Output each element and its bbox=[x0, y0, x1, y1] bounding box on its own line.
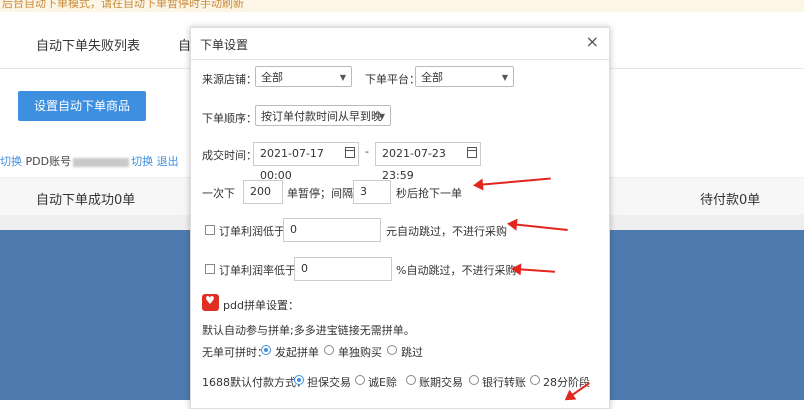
order-select[interactable]: 按订单付款时间从早到晚 ▼ bbox=[255, 105, 391, 126]
profit-suffix: 元自动跳过，不进行采购 bbox=[386, 225, 507, 238]
order-label: 下单顺序： bbox=[202, 112, 257, 125]
pay-label: 1688默认付款方式： bbox=[202, 376, 307, 389]
radio-guarantee[interactable] bbox=[294, 375, 304, 385]
nogroup-opt-1: 单独购买 bbox=[338, 346, 382, 359]
radio-start-group[interactable] bbox=[261, 345, 271, 355]
time-start-input[interactable]: 2021-07-17 00:00 bbox=[253, 142, 359, 182]
store-select[interactable]: 全部 ▼ bbox=[255, 66, 352, 87]
time-end-value: 2021-07-23 23:59 bbox=[382, 147, 446, 182]
radio-skip[interactable] bbox=[387, 345, 397, 355]
close-icon[interactable]: × bbox=[586, 32, 599, 51]
margin-suffix: %自动跳过，不进行采购 bbox=[396, 264, 517, 277]
calendar-icon[interactable] bbox=[345, 147, 355, 158]
store-label: 来源店铺： bbox=[202, 73, 257, 86]
radio-credit[interactable] bbox=[355, 375, 365, 385]
platform-select[interactable]: 全部 ▼ bbox=[415, 66, 514, 87]
modal-header: 下单设置 × bbox=[191, 28, 609, 60]
nogroup-opt-2: 跳过 bbox=[401, 346, 423, 359]
pdd-title: pdd拼单设置： bbox=[223, 299, 299, 312]
profit-input[interactable]: 0 bbox=[283, 218, 381, 242]
batch-mid: 单暂停；间隔 bbox=[287, 187, 353, 200]
time-end-input[interactable]: 2021-07-23 23:59 bbox=[375, 142, 481, 182]
modal-title: 下单设置 bbox=[200, 38, 249, 52]
pdd-desc: 默认自动参与拼单;多多进宝链接无需拼单。 bbox=[202, 324, 415, 337]
nogroup-label: 无单可拼时： bbox=[202, 346, 268, 359]
tab-failed-list[interactable]: 自动下单失败列表 bbox=[36, 35, 140, 54]
chevron-down-icon: ▼ bbox=[501, 73, 508, 82]
profit-checkbox[interactable] bbox=[205, 225, 215, 235]
store-value: 全部 bbox=[261, 71, 283, 84]
switch-link-right[interactable]: 切换 bbox=[131, 155, 153, 168]
profit-label: 订单利润低于 bbox=[219, 225, 285, 238]
order-value: 按订单付款时间从早到晚 bbox=[261, 110, 382, 123]
nogroup-opt-0: 发起拼单 bbox=[275, 346, 319, 359]
radio-single-buy[interactable] bbox=[324, 345, 334, 355]
radio-term[interactable] bbox=[406, 375, 416, 385]
pay-opt-0: 担保交易 bbox=[307, 376, 351, 389]
pay-opt-1: 诚E赊 bbox=[368, 376, 397, 389]
time-start-value: 2021-07-17 00:00 bbox=[260, 147, 324, 182]
blurred-account bbox=[73, 157, 130, 167]
switch-link-left[interactable]: 切换 bbox=[0, 155, 22, 168]
order-settings-modal: 下单设置 × 来源店铺： 全部 ▼ 下单平台： 全部 ▼ 下单顺序： 按订单付款时间… bbox=[190, 27, 610, 409]
radio-installment[interactable] bbox=[530, 375, 540, 385]
calendar-icon[interactable] bbox=[467, 147, 477, 158]
chevron-down-icon: ▼ bbox=[339, 73, 346, 82]
batch-prefix: 一次下 bbox=[202, 187, 235, 200]
margin-checkbox[interactable] bbox=[205, 264, 215, 274]
margin-label: 订单利润率低于 bbox=[219, 264, 296, 277]
logout-link[interactable]: 退出 bbox=[157, 155, 179, 168]
pending-count: 待付款0单 bbox=[700, 193, 761, 208]
account-label: PDD账号 bbox=[25, 155, 72, 168]
margin-input[interactable]: 0 bbox=[294, 257, 392, 281]
time-label: 成交时间： bbox=[202, 149, 257, 162]
batch-suffix: 秒后抢下一单 bbox=[396, 187, 462, 200]
account-row: 切换 PDD账号 切换 退出 bbox=[0, 153, 179, 169]
time-dash: - bbox=[365, 145, 369, 158]
platform-value: 全部 bbox=[421, 71, 443, 84]
notice-bar: 后台自动下单模式，请在自动下单暂停时手动刷新 bbox=[0, 0, 804, 12]
chevron-down-icon: ▼ bbox=[378, 112, 385, 121]
batch-interval-input[interactable]: 3 bbox=[353, 180, 391, 204]
platform-label: 下单平台： bbox=[365, 73, 420, 86]
pay-opt-2: 账期交易 bbox=[419, 376, 463, 389]
success-count: 自动下单成功0单 bbox=[36, 193, 136, 208]
notice-text: 后台自动下单模式，请在自动下单暂停时手动刷新 bbox=[2, 0, 244, 10]
pay-opt-3: 银行转账 bbox=[482, 376, 526, 389]
pdd-logo-icon bbox=[202, 294, 219, 311]
setup-auto-order-button[interactable]: 设置自动下单商品 bbox=[18, 91, 146, 121]
radio-bank[interactable] bbox=[469, 375, 479, 385]
batch-count-input[interactable]: 200 bbox=[243, 180, 283, 204]
